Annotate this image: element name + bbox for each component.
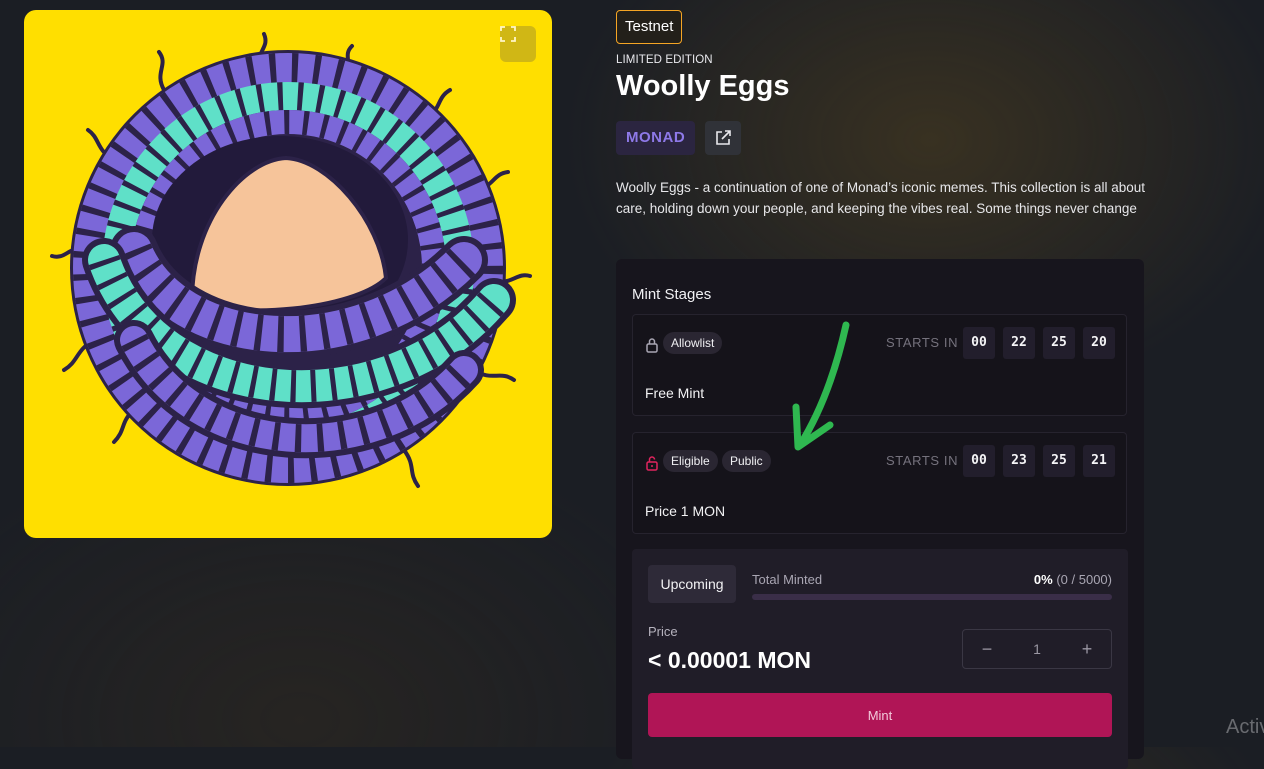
- chain-badge[interactable]: MONAD: [616, 121, 696, 155]
- expand-button[interactable]: [500, 26, 536, 62]
- woolly-egg-artwork: [50, 32, 532, 488]
- quantity-stepper: − 1 +: [962, 629, 1112, 669]
- edition-label: LIMITED EDITION: [616, 54, 713, 66]
- mint-stage-allowlist[interactable]: Allowlist STARTS IN 00 22 25 20 Free Min…: [632, 314, 1127, 416]
- countdown-hours: 23: [1003, 445, 1035, 477]
- stage-tag-public: Public: [722, 450, 771, 472]
- minted-percent: 0%: [1033, 572, 1053, 587]
- network-badge: Testnet: [616, 10, 683, 44]
- external-link-icon: [716, 130, 731, 145]
- price-value: < 0.00001 MON: [648, 647, 812, 673]
- quantity-value[interactable]: 1: [1011, 630, 1063, 668]
- total-minted-label: Total Minted: [752, 572, 823, 587]
- starts-in-label: STARTS IN: [886, 453, 959, 468]
- price-label: Price: [648, 624, 678, 639]
- countdown-minutes: 25: [1043, 327, 1075, 359]
- minted-count: (0 / 5000): [1056, 572, 1112, 587]
- mint-box: Upcoming Total Minted 0% (0 / 5000) Pric…: [632, 549, 1128, 769]
- annotation-arrow-icon: [792, 321, 850, 451]
- decrease-quantity-button[interactable]: −: [963, 630, 1011, 668]
- stage-tag-eligible: Eligible: [663, 450, 718, 472]
- collection-title: Woolly Eggs: [616, 70, 790, 102]
- total-minted-value: 0% (0 / 5000): [1034, 572, 1112, 587]
- countdown-hours: 22: [1003, 327, 1035, 359]
- mint-stage-public[interactable]: Eligible Public STARTS IN 00 23 25 21 Pr…: [632, 432, 1127, 534]
- starts-in-label: STARTS IN: [886, 335, 959, 350]
- unlock-icon: [646, 456, 658, 471]
- countdown-days: 00: [963, 445, 995, 477]
- mint-status-badge: Upcoming: [648, 565, 736, 603]
- countdown-seconds: 21: [1083, 445, 1115, 477]
- increase-quantity-button[interactable]: +: [1063, 630, 1111, 668]
- stage-price: Price 1 MON: [645, 503, 726, 519]
- expand-icon: [500, 26, 516, 42]
- lock-icon: [646, 338, 658, 353]
- stage-price: Free Mint: [645, 385, 705, 401]
- nft-image: [24, 10, 552, 538]
- os-activation-watermark: Activ: [1226, 716, 1264, 738]
- mint-panel: Mint Stages Allowlist STARTS IN 00 22 25…: [616, 259, 1144, 769]
- mint-button[interactable]: Mint: [648, 693, 1112, 737]
- mint-stages-title: Mint Stages: [632, 286, 712, 303]
- stage-tag-allowlist: Allowlist: [663, 332, 723, 354]
- countdown-seconds: 20: [1083, 327, 1115, 359]
- countdown-days: 00: [963, 327, 995, 359]
- minted-progress-bar: [752, 594, 1112, 600]
- collection-description: Woolly Eggs - a continuation of one of M…: [616, 180, 1146, 216]
- countdown-minutes: 25: [1043, 445, 1075, 477]
- external-link-button[interactable]: [705, 121, 741, 155]
